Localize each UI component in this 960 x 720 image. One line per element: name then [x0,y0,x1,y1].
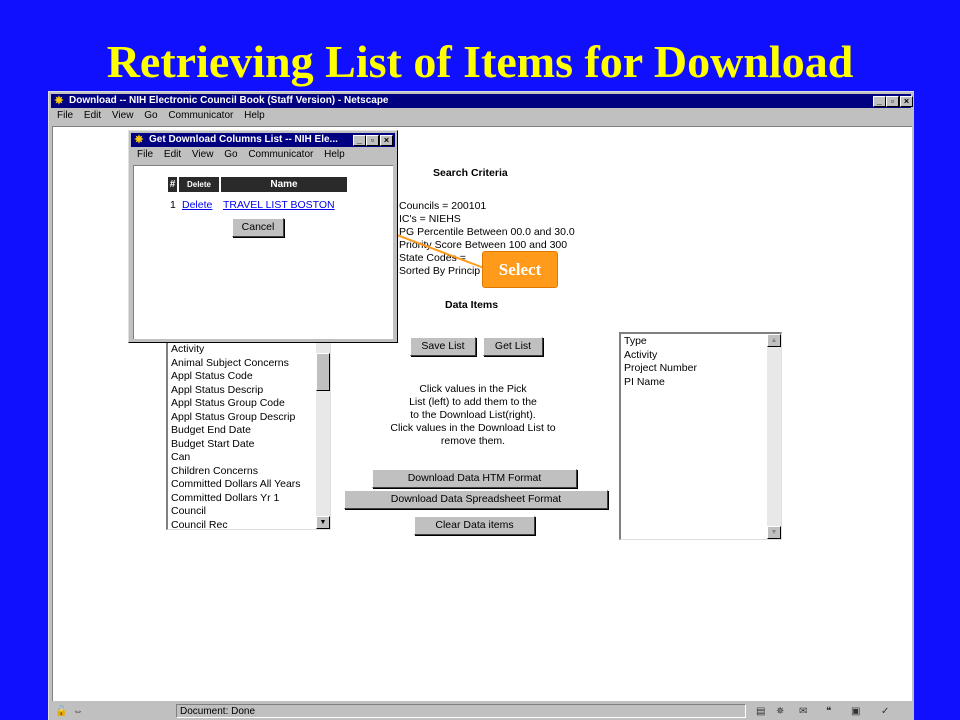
row-number: 1 [170,199,176,211]
menu-help[interactable]: Help [324,149,345,160]
popup-menubar: File Edit View Go Communicator Help [131,148,347,162]
minimize-icon[interactable]: _ [353,135,366,146]
col-header-delete: Delete [179,177,219,192]
maximize-icon[interactable]: ▫ [366,135,379,146]
callout-connector [351,217,485,269]
close-icon[interactable]: × [380,135,393,146]
list-name-link[interactable]: TRAVEL LIST BOSTON [223,199,335,211]
select-callout: Select [482,251,558,288]
cancel-button[interactable]: Cancel [232,218,284,237]
menu-view[interactable]: View [192,149,214,160]
menu-file[interactable]: File [137,149,153,160]
netscape-icon: ✵ [134,134,144,146]
menu-communicator[interactable]: Communicator [248,149,313,160]
download-columns-popup: ✵ Get Download Columns List -- NIH Ele..… [128,130,398,343]
delete-link[interactable]: Delete [182,199,212,211]
popup-content: # Delete Name 1 Delete TRAVEL LIST BOSTO… [133,165,393,339]
col-header-name: Name [221,177,347,192]
col-header-num: # [168,177,177,192]
menu-edit[interactable]: Edit [164,149,181,160]
popup-title: Get Download Columns List -- NIH Ele... [149,134,338,145]
popup-titlebar[interactable]: ✵ Get Download Columns List -- NIH Ele..… [131,133,395,147]
menu-go[interactable]: Go [224,149,237,160]
